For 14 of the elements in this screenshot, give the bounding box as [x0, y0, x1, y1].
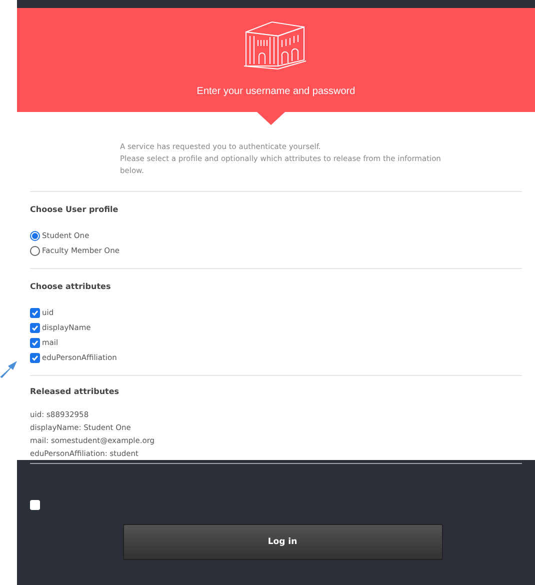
checkbox[interactable] — [30, 352, 40, 362]
header-title: Enter your username and password — [196, 85, 356, 99]
arrow-icon — [0, 361, 17, 378]
section-heading: Choose attributes — [30, 281, 112, 293]
checkbox[interactable] — [30, 322, 40, 332]
checkbox[interactable] — [30, 500, 40, 510]
building-icon — [244, 20, 308, 70]
checkbox[interactable] — [30, 338, 40, 348]
section-heading: Released attributes — [30, 386, 120, 398]
login-button[interactable]: Log in — [122, 524, 442, 560]
radio-button[interactable] — [30, 230, 40, 240]
checkbox[interactable] — [30, 308, 40, 318]
radio-button[interactable] — [30, 246, 40, 256]
section-heading: Choose User profile — [30, 204, 120, 216]
